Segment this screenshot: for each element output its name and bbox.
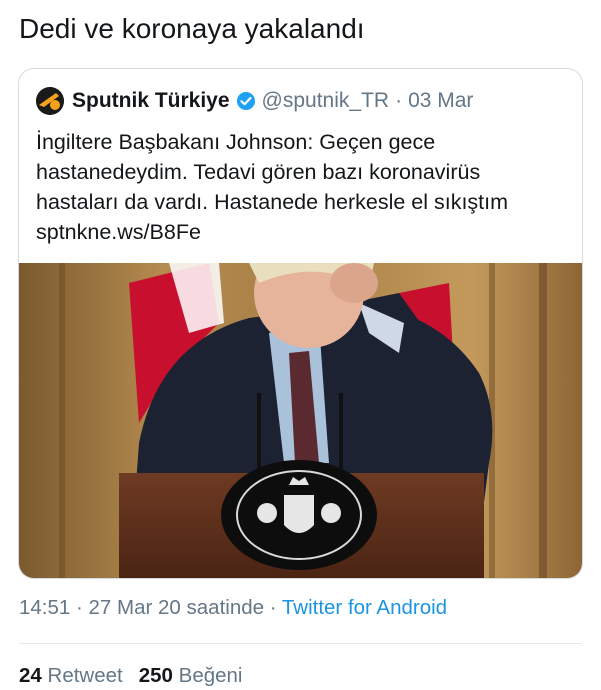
separator-dot: · <box>395 89 403 112</box>
like-stat[interactable]: 250 Beğeni <box>139 664 243 687</box>
quoted-tweet-text: İngiltere Başbakanı Johnson: Geçen gece … <box>36 127 566 247</box>
divider <box>19 643 582 644</box>
quoted-tweet-photo[interactable] <box>19 263 583 579</box>
engagement-stats: 24 Retweet 250 Beğeni <box>19 664 243 688</box>
tweet-timestamp[interactable]: 14:51 · 27 Mar 20 saatinde · <box>19 596 282 619</box>
quoted-text-line: İngiltere Başbakanı Johnson: Geçen gece <box>36 130 436 154</box>
tweet-text: Dedi ve koronaya yakalandı <box>19 13 365 44</box>
quoted-text-line: hastaları da vardı. Hastanede herkesle e… <box>36 190 509 214</box>
quoted-author-handle[interactable]: @sputnik_TR <box>262 89 390 113</box>
retweet-label: Retweet <box>47 664 123 687</box>
retweet-count: 24 <box>19 664 42 687</box>
retweet-stat[interactable]: 24 Retweet <box>19 664 123 687</box>
like-count: 250 <box>138 664 173 687</box>
quoted-author-name[interactable]: Sputnik Türkiye <box>72 89 230 113</box>
quoted-link[interactable]: sptnkne.ws/B8Fe <box>36 217 566 247</box>
verified-badge-icon <box>236 91 256 111</box>
quoted-tweet-card[interactable]: Sputnik Türkiye @sputnik_TR · 03 Mar İng… <box>18 68 583 579</box>
tweet-meta: 14:51 · 27 Mar 20 saatinde · Twitter for… <box>19 596 447 620</box>
like-label: Beğeni <box>178 664 243 687</box>
sputnik-logo-icon[interactable] <box>36 87 64 115</box>
quoted-text-line: hastanedeydim. Tedavi gören bazı koronav… <box>36 160 481 184</box>
tweet-source-link[interactable]: Twitter for Android <box>282 596 447 619</box>
quoted-tweet-header: Sputnik Türkiye @sputnik_TR · 03 Mar <box>36 86 473 116</box>
quoted-tweet-date[interactable]: 03 Mar <box>408 89 473 113</box>
